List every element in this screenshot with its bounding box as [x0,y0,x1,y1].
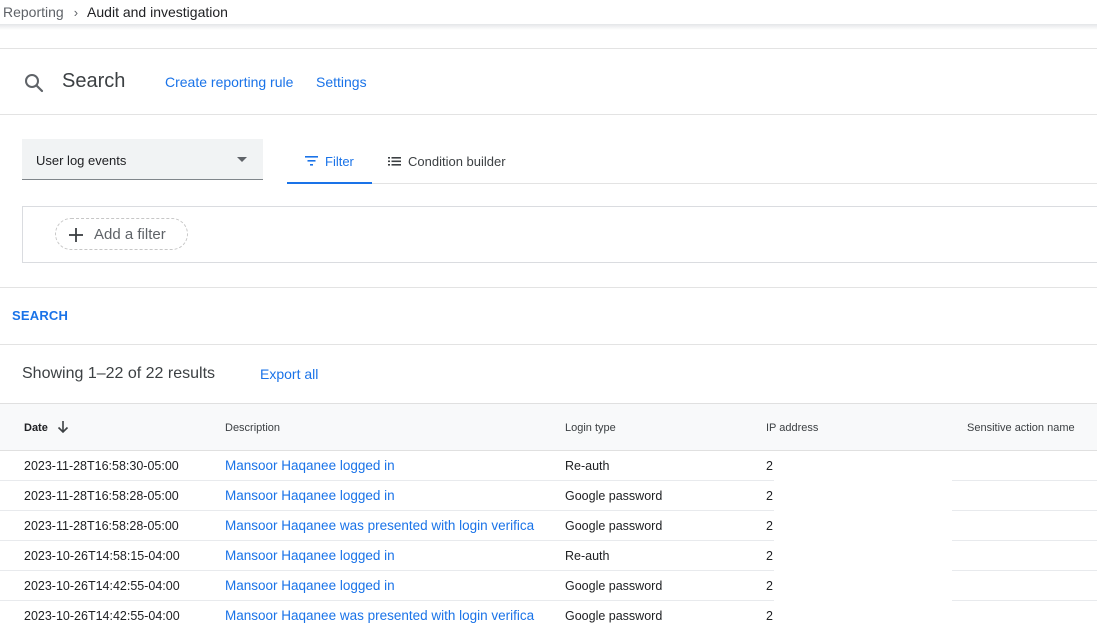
cell-ip-address: 2 [766,609,773,623]
table-row[interactable]: 2023-10-26T14:58:15-04:00 Mansoor Haqane… [0,541,1097,571]
table-row[interactable]: 2023-10-26T14:42:55-04:00 Mansoor Haqane… [0,601,1097,631]
add-filter-label: Add a filter [94,226,166,243]
redacted-area [774,511,952,541]
column-header-ip-address[interactable]: IP address [766,422,818,434]
divider [0,48,1097,49]
cell-description-link[interactable]: Mansoor Haqanee logged in [225,548,548,563]
table-row[interactable]: 2023-11-28T16:58:28-05:00 Mansoor Haqane… [0,511,1097,541]
cell-description-link[interactable]: Mansoor Haqanee logged in [225,458,548,473]
cell-login-type: Google password [565,489,663,503]
cell-description-link[interactable]: Mansoor Haqanee logged in [225,488,548,503]
tab-filter[interactable]: Filter [287,141,372,184]
dropdown-caret-icon [237,157,247,163]
breadcrumb-separator-icon: › [73,4,79,20]
results-count: Showing 1–22 of 22 results [22,365,216,382]
tab-condition-builder-label: Condition builder [408,154,506,169]
cell-date: 2023-10-26T14:42:55-04:00 [24,609,180,623]
table-row[interactable]: 2023-11-28T16:58:28-05:00 Mansoor Haqane… [0,481,1097,511]
column-header-date[interactable]: Date [24,422,48,434]
cell-date: 2023-11-28T16:58:30-05:00 [24,459,179,473]
tabs-divider [372,183,1097,184]
breadcrumb: Reporting › Audit and investigation [0,0,1097,24]
plus-icon [68,227,84,243]
data-source-select[interactable]: User log events [22,139,263,180]
redacted-area [774,481,952,511]
cell-ip-address: 2 [766,549,773,563]
page-title: Search [62,70,126,92]
redacted-area [774,601,952,631]
cell-ip-address: 2 [766,579,773,593]
redacted-area [774,451,952,481]
breadcrumb-current: Audit and investigation [87,4,228,20]
cell-description-link[interactable]: Mansoor Haqanee was presented with login… [225,608,548,623]
column-header-login-type[interactable]: Login type [565,422,616,434]
cell-ip-address: 2 [766,519,773,533]
cell-date: 2023-11-28T16:58:28-05:00 [24,489,179,503]
arrow-down-icon[interactable] [57,420,69,433]
header-shadow [0,24,1097,30]
redacted-area [774,571,952,601]
cell-description-link[interactable]: Mansoor Haqanee was presented with login… [225,518,548,533]
cell-ip-address: 2 [766,459,773,473]
data-source-value: User log events [36,153,127,168]
cell-login-type: Google password [565,609,663,623]
breadcrumb-reporting[interactable]: Reporting [3,4,64,20]
cell-login-type: Google password [565,579,663,593]
add-filter-button[interactable]: Add a filter [55,218,188,250]
cell-description-link[interactable]: Mansoor Haqanee logged in [225,578,548,593]
cell-login-type: Re-auth [565,549,610,563]
tab-condition-builder[interactable]: Condition builder [388,141,528,184]
cell-login-type: Re-auth [565,459,610,473]
redacted-area [774,541,952,571]
tab-filter-label: Filter [325,154,354,169]
cell-ip-address: 2 [766,489,773,503]
settings-link[interactable]: Settings [316,74,367,90]
divider [0,287,1097,288]
table-row[interactable]: 2023-11-28T16:58:30-05:00 Mansoor Haqane… [0,451,1097,481]
search-button[interactable]: SEARCH [12,308,68,323]
list-icon [388,157,401,166]
cell-date: 2023-10-26T14:58:15-04:00 [24,549,180,563]
export-all-link[interactable]: Export all [260,366,318,382]
cell-date: 2023-11-28T16:58:28-05:00 [24,519,179,533]
table-row[interactable]: 2023-10-26T14:42:55-04:00 Mansoor Haqane… [0,571,1097,601]
column-header-sensitive-action-name[interactable]: Sensitive action name [967,422,1075,434]
create-reporting-rule-link[interactable]: Create reporting rule [165,74,293,90]
table-header: Date Description Login type IP address S… [0,403,1097,451]
cell-date: 2023-10-26T14:42:55-04:00 [24,579,180,593]
filter-icon [305,156,319,166]
column-header-description[interactable]: Description [225,422,280,434]
active-tab-indicator [287,182,372,184]
cell-login-type: Google password [565,519,663,533]
search-icon [23,72,45,94]
divider [0,114,1097,115]
divider [0,344,1097,345]
